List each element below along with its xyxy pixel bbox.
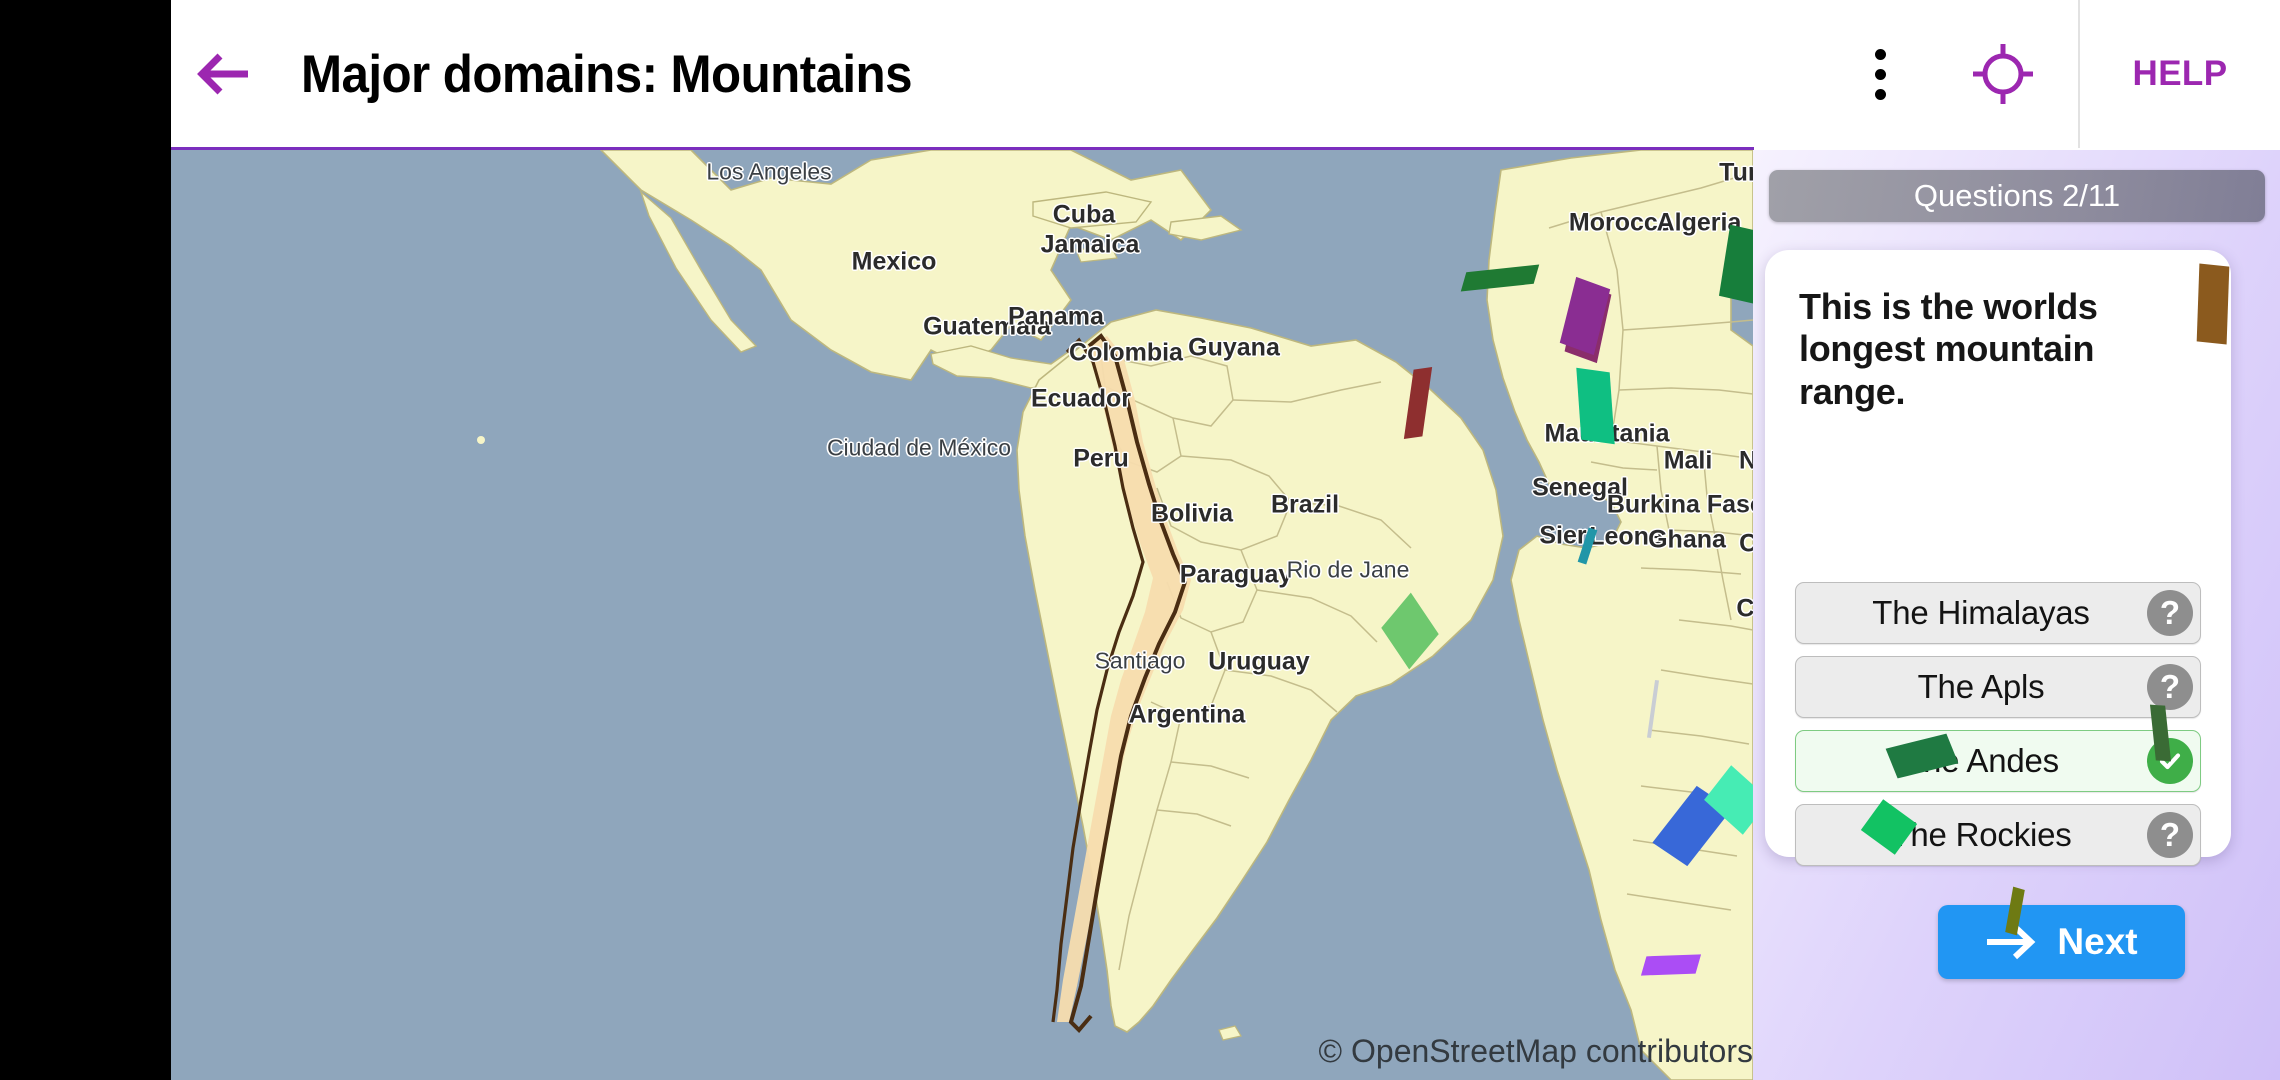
screen-root: Major domains: Mountains HELP Los Angele… [0,0,2280,1080]
answer-option-label: The Apls [1917,668,2045,705]
question-progress-badge: Questions 2/11 [1769,170,2265,222]
question-card: This is the worlds longest mountain rang… [1765,250,2231,866]
answer-options-list: The Himalayas The Apls The Andes The Rockie… [1795,582,2201,866]
check-circle-icon [2147,738,2193,784]
more-vertical-icon-dot-1 [1874,48,1886,60]
map-geometry [477,150,1753,1080]
question-mark-icon [2147,590,2193,636]
osm-attribution[interactable]: © OpenStreetMap contributors [1319,1033,1753,1070]
left-black-gutter [0,0,171,1080]
answer-option[interactable]: The Rockies [1795,804,2201,866]
app-frame: Major domains: Mountains HELP Los Angele… [171,0,2280,1080]
back-button[interactable] [171,0,279,148]
answer-option-label: The Andes [1903,742,2059,779]
arrow-right-icon [1987,924,2036,960]
question-mark-icon [2147,664,2193,710]
arrow-left-icon [197,53,248,95]
question-mark-icon [2147,812,2193,858]
answer-option[interactable]: The Andes [1795,730,2201,792]
quiz-panel: Questions 2/11 This is the worlds longes… [1753,150,2280,1080]
more-options-button[interactable] [1832,0,1928,148]
crosshair-location-icon [1973,44,2033,104]
next-button[interactable]: Next [1938,905,2185,979]
locate-me-button[interactable] [1928,0,2078,148]
app-header: Major domains: Mountains HELP [171,0,2280,148]
answer-option[interactable]: The Himalayas [1795,582,2201,644]
question-text: This is the worlds longest mountain rang… [1799,286,2098,412]
answer-option-label: The Himalayas [1872,594,2090,631]
more-vertical-icon-dot-3 [1874,88,1886,100]
answer-option[interactable]: The Apls [1795,656,2201,718]
page-title: Major domains: Mountains [301,44,913,104]
more-vertical-icon-dot-2 [1874,68,1886,80]
next-button-label: Next [2057,921,2138,962]
help-button[interactable]: HELP [2080,0,2280,148]
map-view[interactable]: Los Angeles Mexico Ciudad de México Cuba Jam… [171,150,1753,1080]
answer-option-label: The Rockies [1890,816,2072,853]
